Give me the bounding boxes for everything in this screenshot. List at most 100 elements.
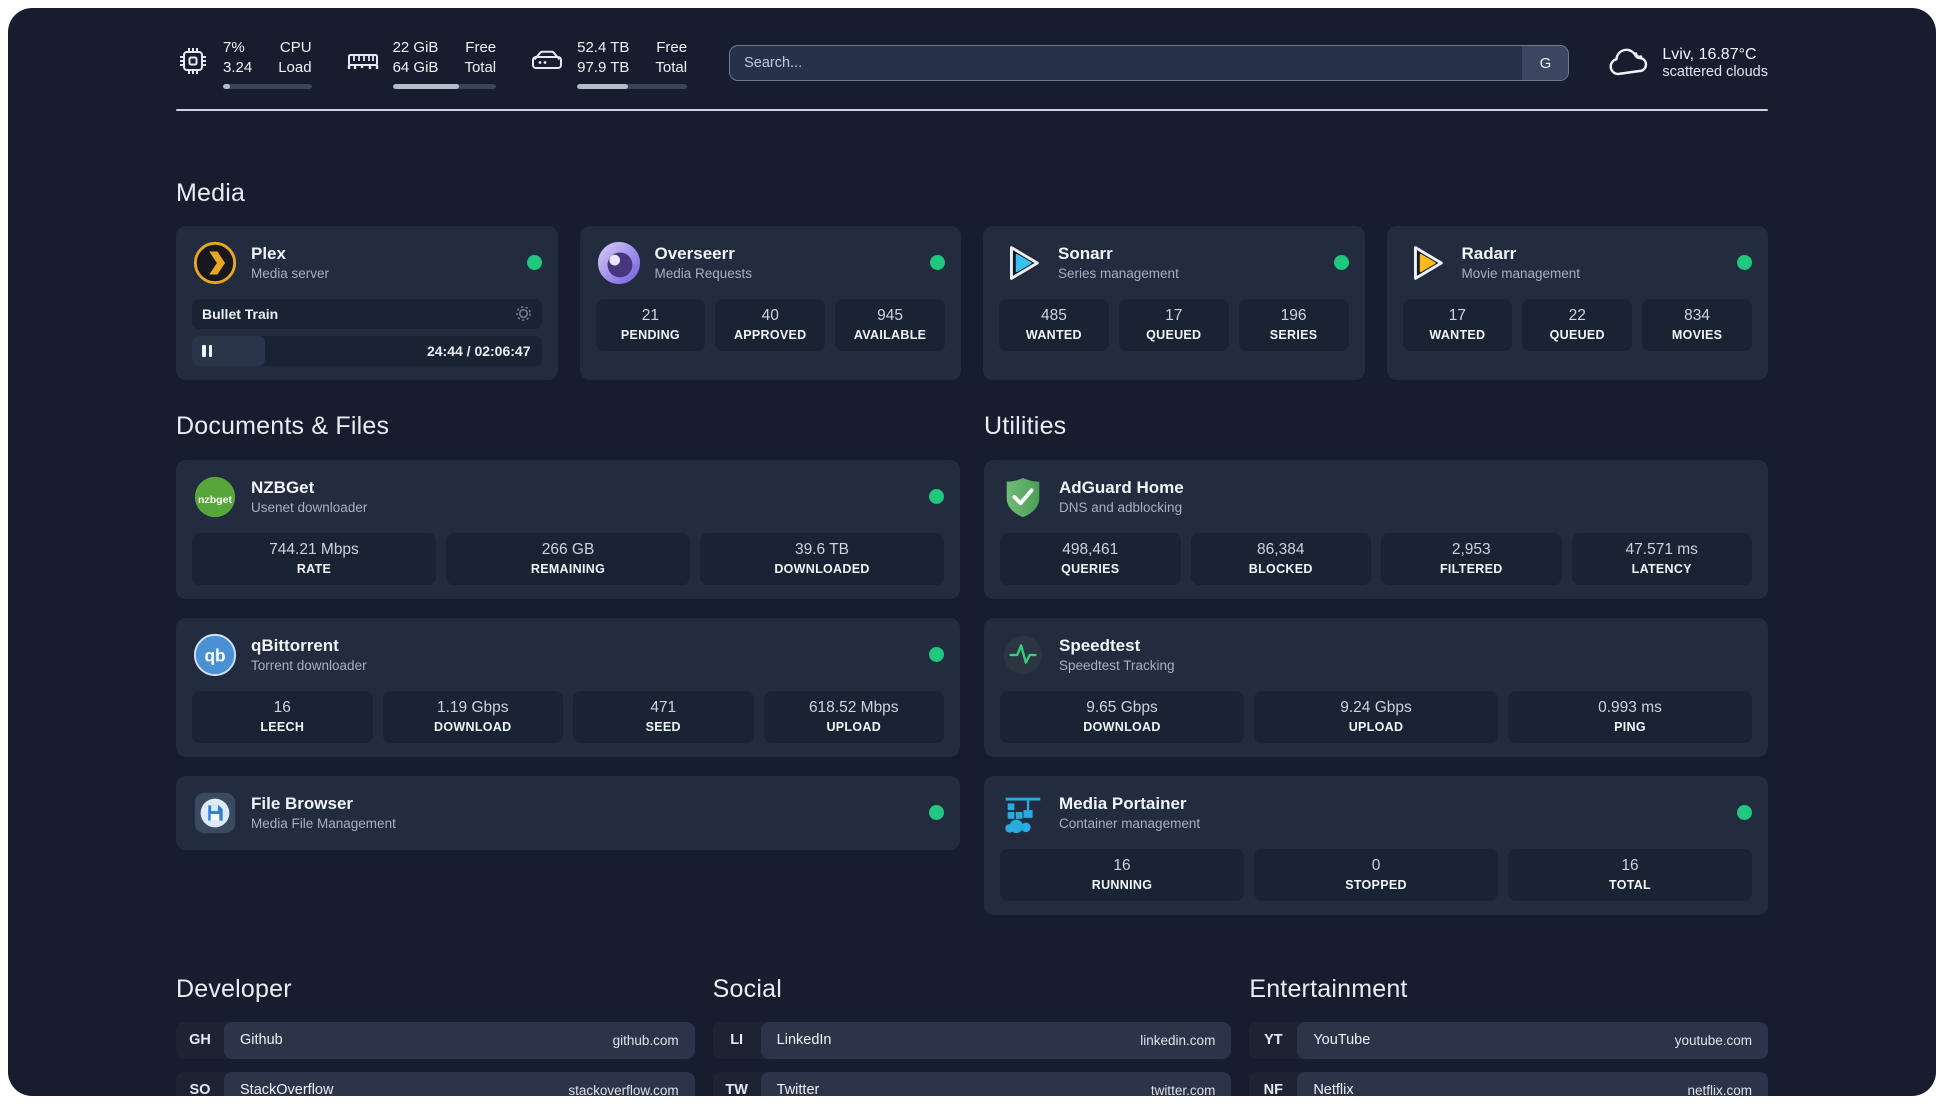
sonarr-icon (1010, 245, 1039, 280)
section-title-social: Social (712, 974, 782, 1003)
status-dot (1333, 255, 1349, 271)
ram-free-value: 22 GiB (392, 39, 439, 56)
search-container: G (729, 45, 1570, 82)
link-abbr: TW (725, 1082, 748, 1096)
section-utilities: Utilities AdGuard Home DNS and adblockin… (984, 412, 1768, 915)
overseerr-icon (597, 241, 640, 284)
session-icon[interactable] (515, 305, 532, 322)
status-dot (929, 489, 944, 505)
card-overseerr[interactable]: Overseerr Media Requests 21 PENDING 40 A… (579, 225, 961, 380)
app-name-qbittorrent: qBittorrent (251, 636, 339, 656)
app-name-radarr: Radarr (1461, 244, 1517, 264)
stat-tile-blocked: 86,384 BLOCKED (1190, 532, 1371, 585)
link-name: LinkedIn (776, 1032, 832, 1049)
header-divider (176, 108, 1768, 111)
search-input[interactable] (729, 45, 1570, 82)
card-adguard[interactable]: AdGuard Home DNS and adblocking 498,461 … (984, 459, 1768, 599)
link-url: youtube.com (1674, 1032, 1752, 1048)
system-metrics: 7% 3.24 CPU Load 22 GiB 64 GiB Free Tota… (176, 38, 688, 89)
card-speedtest[interactable]: Speedtest Speedtest Tracking 9.65 Gbps D… (984, 617, 1768, 757)
link-abbr: LI (730, 1032, 744, 1049)
link-github[interactable]: GH Github github.com (176, 1021, 695, 1059)
app-subtitle-filebrowser: Media File Management (251, 816, 396, 832)
status-dot (930, 255, 945, 271)
stat-tile-pending: 21 PENDING (595, 298, 706, 351)
stat-tile-latency: 47.571 ms LATENCY (1571, 532, 1752, 585)
stat-tile-wanted: 485 WANTED (999, 298, 1109, 351)
app-name-plex: Plex (251, 244, 286, 264)
stat-tile-total: 16 TOTAL (1508, 848, 1752, 901)
card-radarr[interactable]: Radarr Movie management 17 WANTED 22 QUE… (1386, 225, 1768, 380)
stat-tile-wanted: 17 WANTED (1402, 298, 1513, 351)
link-abbr: GH (189, 1032, 211, 1049)
weather-widget[interactable]: Lviv, 16.87°C scattered clouds (1607, 46, 1768, 80)
app-name-sonarr: Sonarr (1058, 244, 1113, 264)
stat-tile-movies: 834 MOVIES (1642, 298, 1752, 351)
card-filebrowser[interactable]: File Browser Media File Management (176, 775, 960, 850)
now-playing-title: Bullet Train (202, 305, 279, 322)
app-subtitle-overseerr: Media Requests (654, 266, 753, 282)
card-portainer[interactable]: Media Portainer Container management 16 … (984, 775, 1768, 915)
weather-condition: scattered clouds (1662, 64, 1768, 81)
link-url: linkedin.com (1140, 1032, 1216, 1048)
link-url: netflix.com (1687, 1082, 1752, 1096)
link-netflix[interactable]: NF Netflix netflix.com (1249, 1071, 1768, 1096)
status-dot (929, 647, 944, 663)
section-social: Social LI LinkedIn linkedin.com TW Twitt… (712, 974, 1232, 1096)
status-dot (1737, 805, 1752, 821)
stat-tile-upload: 9.24 Gbps UPLOAD (1254, 690, 1498, 743)
cpu-icon (180, 48, 206, 75)
link-abbr: NF (1263, 1082, 1283, 1096)
section-media: Media Plex Media server Bullet Train 24:… (176, 179, 1768, 380)
stat-tile-series: 196 SERIES (1238, 298, 1349, 351)
link-abbr: SO (189, 1082, 211, 1096)
status-dot (526, 255, 542, 271)
section-title-utilities: Utilities (984, 411, 1067, 440)
stat-tile-rate: 744.21 Mbps RATE (192, 532, 436, 585)
qbittorrent-icon: qb (193, 633, 237, 676)
stat-tile-queued: 22 QUEUED (1522, 298, 1633, 351)
card-plex[interactable]: Plex Media server Bullet Train 24:44 / 0… (176, 225, 558, 380)
app-name-adguard: AdGuard Home (1059, 478, 1184, 498)
app-name-filebrowser: File Browser (251, 794, 354, 814)
card-sonarr[interactable]: Sonarr Series management 485 WANTED 17 Q… (983, 225, 1365, 380)
link-stackoverflow[interactable]: SO StackOverflow stackoverflow.com (176, 1071, 695, 1096)
disk-total-label: Total (655, 58, 688, 76)
card-nzbget[interactable]: nzbget NZBGet Usenet downloader 744.21 M… (176, 459, 960, 599)
stat-tile-downloaded: 39.6 TB DOWNLOADED (700, 532, 944, 585)
stat-tile-available: 945 AVAILABLE (835, 298, 945, 351)
card-qbittorrent[interactable]: qb qBittorrent Torrent downloader 16 LEE… (176, 617, 960, 757)
disk-progress-bar (577, 83, 688, 89)
radarr-icon (1413, 245, 1443, 280)
stat-tile-remaining: 266 GB REMAINING (446, 532, 690, 585)
search-engine-button[interactable]: G (1522, 46, 1569, 81)
link-twitter[interactable]: TW Twitter twitter.com (712, 1071, 1232, 1096)
app-subtitle-portainer: Container management (1059, 816, 1201, 832)
link-name: YouTube (1313, 1032, 1371, 1049)
link-url: github.com (612, 1032, 679, 1048)
link-linkedin[interactable]: LI LinkedIn linkedin.com (712, 1021, 1232, 1059)
svg-text:nzbget: nzbget (198, 493, 232, 505)
link-url: stackoverflow.com (568, 1082, 679, 1096)
app-name-overseerr: Overseerr (654, 244, 735, 264)
link-name: StackOverflow (240, 1082, 334, 1096)
link-name: Netflix (1313, 1082, 1354, 1096)
playback-progress-row: 24:44 / 02:06:47 (192, 335, 542, 366)
now-playing-row: Bullet Train (192, 298, 542, 329)
app-name-portainer: Media Portainer (1059, 794, 1187, 814)
stat-tile-queued: 17 QUEUED (1118, 298, 1229, 351)
disk-icon (532, 51, 563, 70)
cpu-usage-value: 7% (223, 39, 245, 56)
cpu-progress-bar (223, 83, 312, 89)
section-title-documents: Documents & Files (176, 411, 390, 440)
section-title-developer: Developer (176, 974, 292, 1003)
link-name: Twitter (776, 1082, 820, 1096)
disk-total-value: 97.9 TB (577, 58, 630, 76)
cpu-load-label: Load (278, 58, 312, 76)
stat-tile-queries: 498,461 QUERIES (1000, 532, 1181, 585)
link-youtube[interactable]: YT YouTube youtube.com (1249, 1021, 1768, 1059)
stat-tile-ping: 0.993 ms PING (1508, 690, 1752, 743)
ram-metric: 22 GiB 64 GiB Free Total (346, 38, 497, 89)
pause-icon[interactable] (202, 344, 212, 357)
stat-tile-upload: 618.52 Mbps UPLOAD (763, 690, 944, 743)
